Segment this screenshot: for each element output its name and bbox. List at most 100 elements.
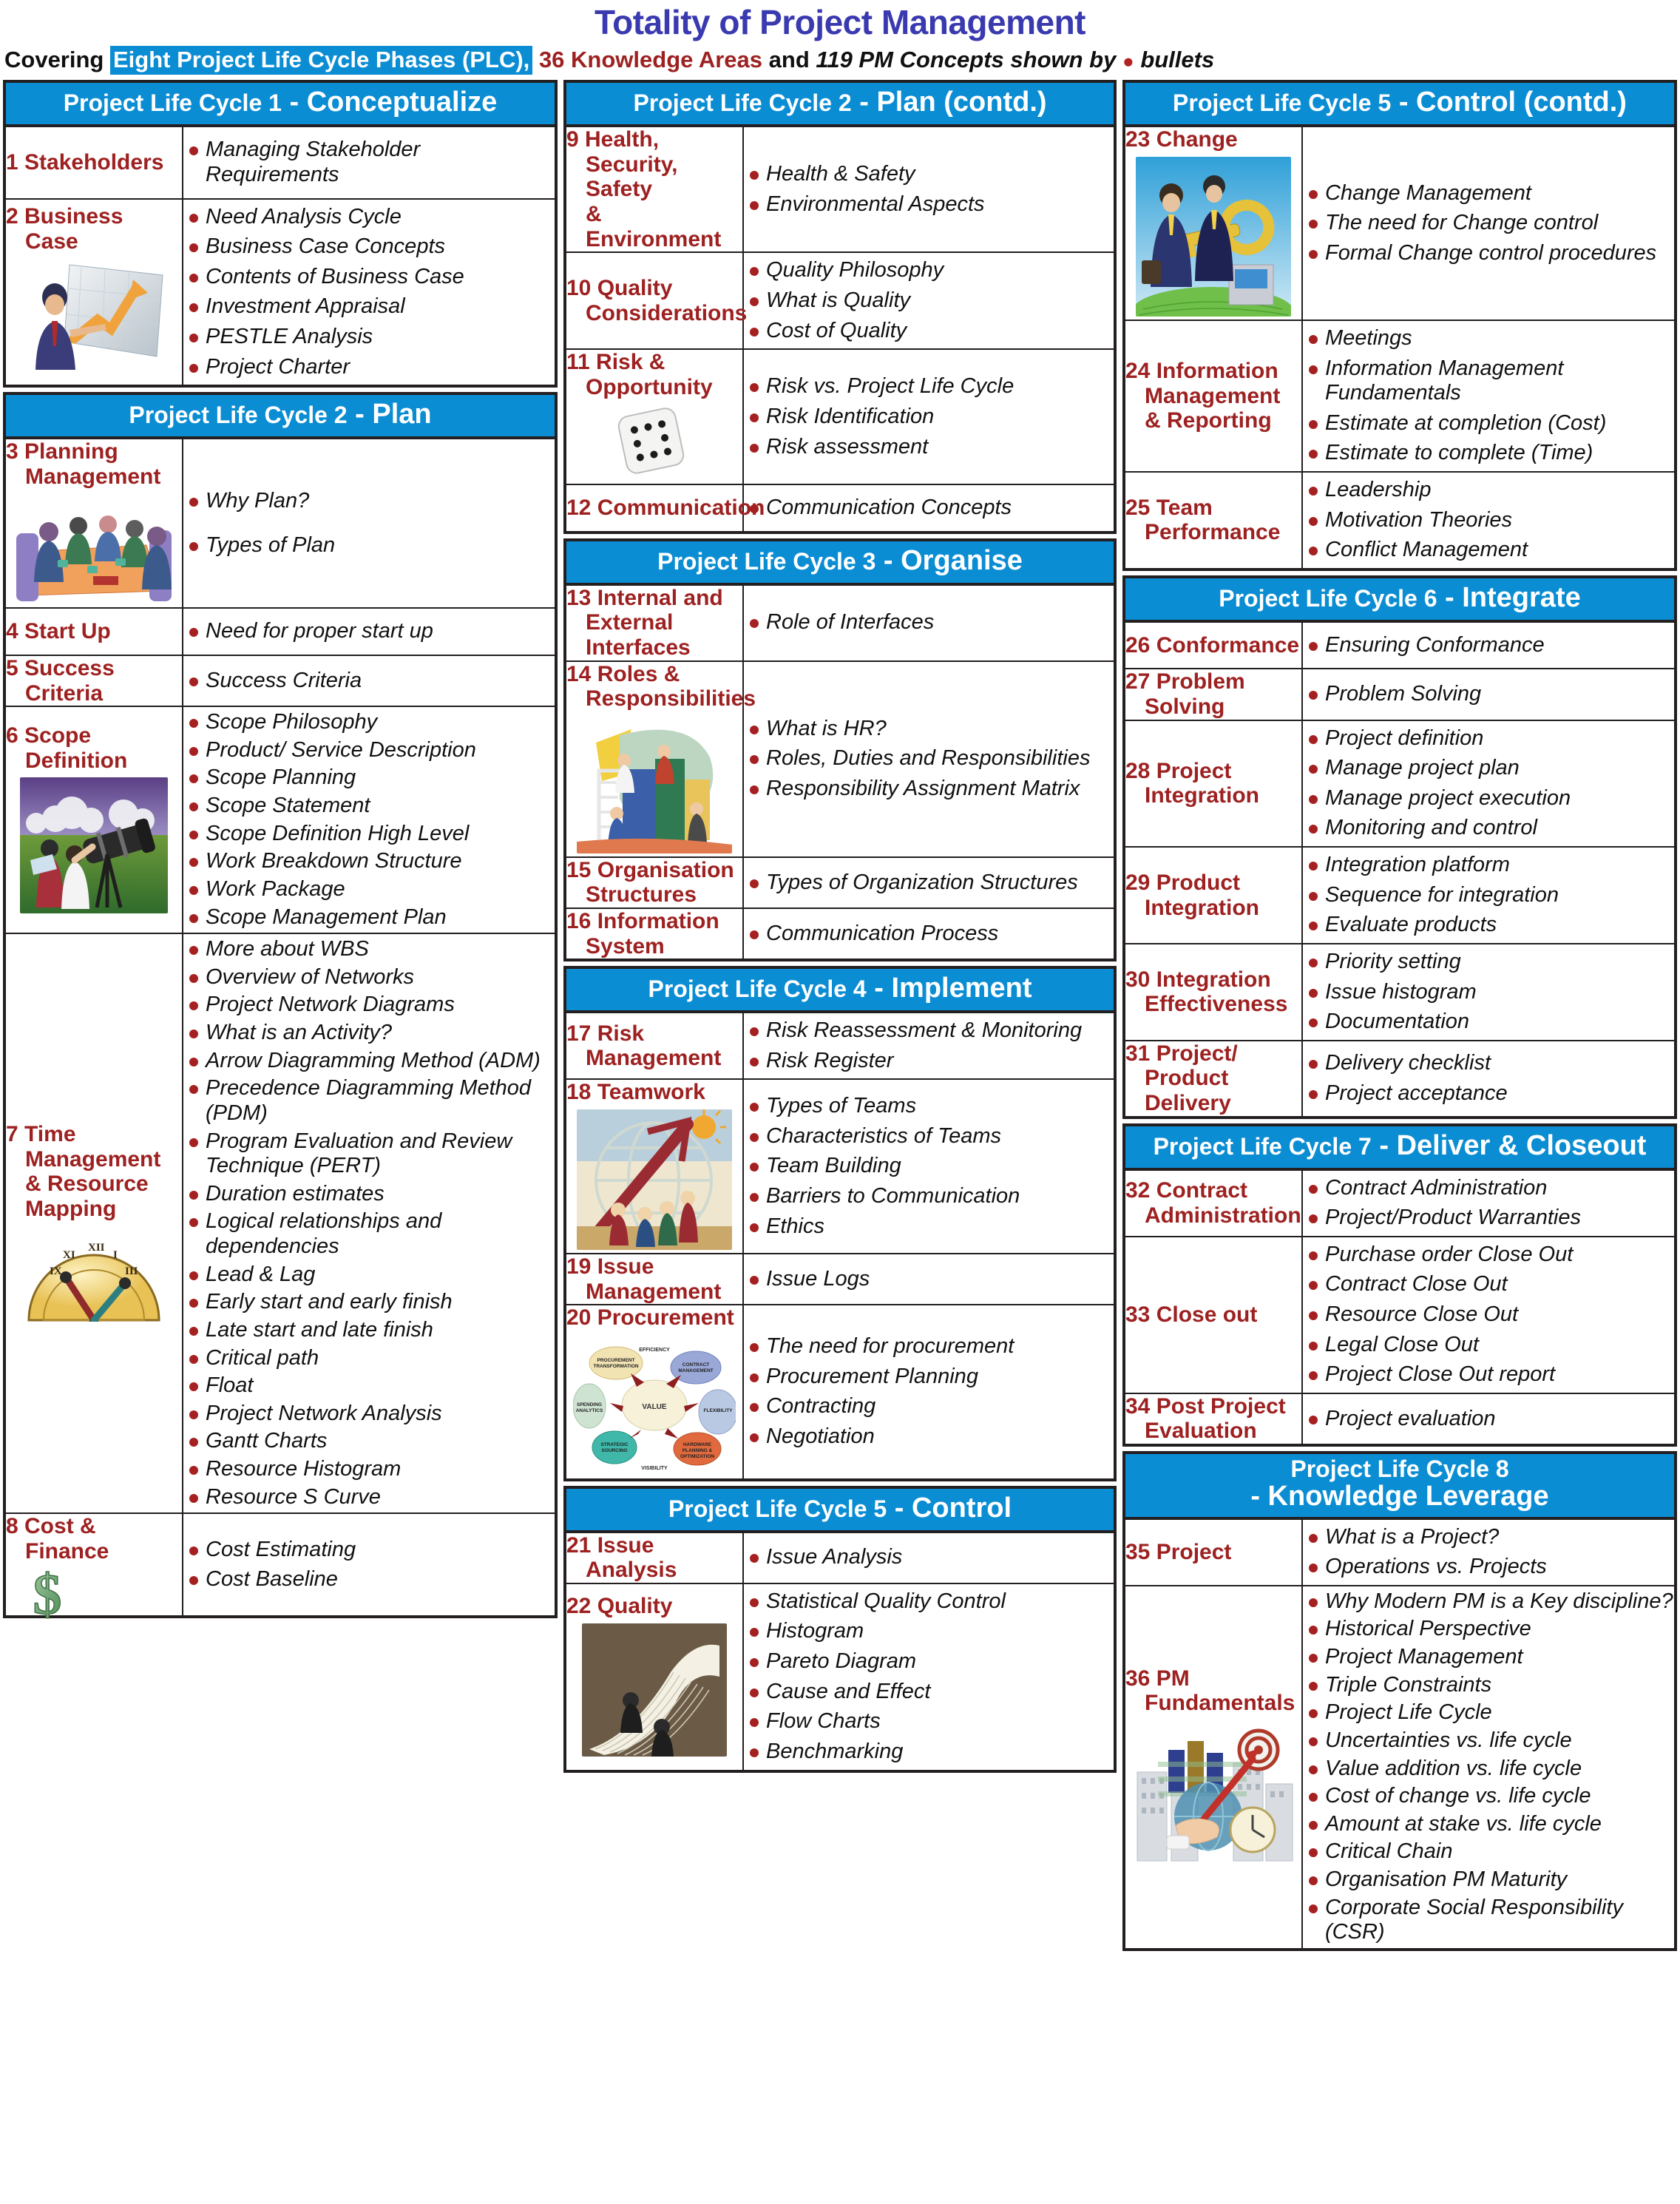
phase-header: Project Life Cycle 5 - Control (contd.) <box>1125 83 1674 128</box>
concept-list: Issue Logs <box>744 1267 1114 1292</box>
concept-item: Risk Register <box>744 1049 1114 1074</box>
svg-text:SOURCING: SOURCING <box>601 1448 627 1453</box>
concept-item: Histogram <box>744 1619 1114 1644</box>
concept-item: Types of Organization Structures <box>744 871 1114 896</box>
concept-item: Overview of Networks <box>183 965 555 990</box>
phase-name: - Plan <box>347 399 432 430</box>
concept-item: Motivation Theories <box>1303 508 1674 533</box>
svg-text:TRANSFORMATION: TRANSFORMATION <box>593 1364 639 1369</box>
concept-item: Risk Identification <box>744 405 1114 430</box>
knowledge-area-row: 33 Close out Purchase order Close Out Cont… <box>1125 1235 1674 1394</box>
knowledge-area-row: 8 Cost & Finance $ Cost Estimating Cost Bas… <box>6 1512 555 1623</box>
knowledge-area-title: 2 Business Case <box>6 197 183 385</box>
concept-list: Leadership Motivation Theories Conflict Ma… <box>1303 478 1674 563</box>
knowledge-area-name-line: Analysis <box>586 1558 677 1583</box>
concept-list: Contract Administration Project/Product W… <box>1303 1176 1674 1231</box>
concept-list-cell: Integration platform Sequence for integra… <box>1301 846 1674 944</box>
concept-item: Contract Administration <box>1303 1176 1674 1201</box>
phase-header: Project Life Cycle 3 - Organise <box>566 541 1114 586</box>
concept-list-cell: Priority setting Issue histogram Documenta… <box>1301 942 1674 1041</box>
concept-list-cell: Purchase order Close Out Contract Close O… <box>1301 1235 1674 1394</box>
knowledge-area-name-line: Fundamentals <box>1145 1691 1295 1716</box>
svg-text:I: I <box>113 1249 118 1261</box>
concept-item: Types of Teams <box>744 1094 1114 1119</box>
knowledge-area-row: 23 Change Change Management The need for… <box>1125 127 1674 321</box>
knowledge-area-number-and-name: 16 Information <box>566 908 719 933</box>
telescope-field-image <box>20 777 168 914</box>
concept-item: Logical relationships and dependencies <box>183 1209 555 1259</box>
knowledge-area-row: 4 Start Up Need for proper start up <box>6 607 555 656</box>
target-bars-hand-image <box>1128 1720 1298 1865</box>
knowledge-area-title: 16 Information System <box>566 907 744 959</box>
concept-list: Project definition Manage project plan Man… <box>1303 726 1674 842</box>
knowledge-area-table: 17 Risk Management Risk Reassessment & Mon… <box>566 1013 1114 1478</box>
concept-item: Risk assessment <box>744 435 1114 460</box>
knowledge-area-row: 30 Integration Effectiveness Priority sett… <box>1125 942 1674 1041</box>
knowledge-area-number-and-name: 18 Teamwork <box>566 1080 705 1105</box>
knowledge-area-number-and-name: 17 Risk <box>566 1021 645 1046</box>
phase-prefix: Project Life Cycle 5 <box>668 1495 887 1522</box>
concept-item: Team Building <box>744 1154 1114 1179</box>
knowledge-area-name-line: Structures <box>586 882 697 907</box>
subtitle-covering: Covering <box>4 47 104 73</box>
concept-list: Why Modern PM is a Key discipline? Histor… <box>1303 1589 1674 1945</box>
knowledge-area-table: 32 Contract Administration Contract Admini… <box>1125 1170 1674 1444</box>
knowledge-area-table: 3 Planning Management Why Plan? Types of P… <box>6 439 555 1623</box>
concept-item: Documentation <box>1303 1010 1674 1035</box>
knowledge-area-title: 8 Cost & Finance $ <box>6 1512 183 1623</box>
concept-item: Benchmarking <box>744 1740 1114 1765</box>
phase-header: Project Life Cycle 2 - Plan (contd.) <box>566 83 1114 128</box>
knowledge-area-name-line: Interfaces <box>586 635 691 660</box>
concept-item: Resource Histogram <box>183 1457 555 1482</box>
concept-list: What is a Project? Operations vs. Project… <box>1303 1525 1674 1580</box>
concept-list: Need for proper start up <box>183 619 555 644</box>
knowledge-area-name-line: Mapping <box>25 1196 117 1221</box>
knowledge-area-name-line: Management <box>1145 383 1281 408</box>
phase-name: - Control <box>887 1492 1012 1524</box>
concept-item: Information Management Fundamentals <box>1303 356 1674 406</box>
knowledge-area-title: 24 Information Management & Reporting <box>1125 319 1303 473</box>
knowledge-area-row: 7 Time Management & Resource Mapping XII IX I… <box>6 933 555 1515</box>
knowledge-area-number-and-name: 25 Team <box>1125 495 1213 520</box>
knowledge-area-row: 32 Contract Administration Contract Admini… <box>1125 1170 1674 1237</box>
concept-list: Problem Solving <box>1303 682 1674 707</box>
knowledge-area-title: 25 Team Performance <box>1125 471 1303 568</box>
concept-item: Legal Close Out <box>1303 1333 1674 1358</box>
concept-list: Integration platform Sequence for integra… <box>1303 853 1674 938</box>
concept-list-cell: Issue Logs <box>742 1252 1114 1306</box>
concept-item: Need for proper start up <box>183 619 555 644</box>
concept-item: Environmental Aspects <box>744 192 1114 217</box>
knowledge-area-table: 9 Health, Security, Safety & Environment He… <box>566 127 1114 531</box>
column-3: Project Life Cycle 5 - Control (contd.) 2… <box>1122 80 1677 1955</box>
phase-prefix: Project Life Cycle 5 <box>1173 89 1392 117</box>
phase-header: Project Life Cycle 8 - Knowledge Leverag… <box>1125 1454 1674 1520</box>
concept-item: What is Quality <box>744 288 1114 314</box>
knowledge-area-name-line: Management <box>25 464 161 489</box>
concept-item: Historical Perspective <box>1303 1617 1674 1642</box>
concept-item: Critical Chain <box>1303 1839 1674 1865</box>
concept-item: Leadership <box>1303 478 1674 503</box>
knowledge-area-name-line: Product <box>1145 1066 1229 1091</box>
knowledge-area-number-and-name: 36 PM <box>1125 1666 1190 1691</box>
knowledge-area-row: 24 Information Management & Reporting Meeti… <box>1125 319 1674 473</box>
knowledge-area-title: 21 Issue Analysis <box>566 1532 744 1584</box>
knowledge-area-name-line: Integration <box>1145 783 1259 808</box>
knowledge-area-title: 9 Health, Security, Safety & Environment <box>566 127 744 254</box>
svg-text:IX: IX <box>50 1265 62 1277</box>
concept-item: Manage project execution <box>1303 786 1674 811</box>
svg-text:XI: XI <box>63 1249 75 1261</box>
concept-item: Resource Close Out <box>1303 1302 1674 1328</box>
phase-prefix: Project Life Cycle 7 <box>1153 1132 1372 1160</box>
concept-list: Cost Estimating Cost Baseline <box>183 1538 555 1592</box>
concept-item: Why Plan? <box>183 489 555 514</box>
knowledge-area-number-and-name: 34 Post Project <box>1125 1393 1286 1419</box>
concept-list-cell: Change Management The need for Change con… <box>1301 127 1674 321</box>
concept-list-cell: Risk Reassessment & Monitoring Risk Regis… <box>742 1013 1114 1081</box>
concept-item: Scope Philosophy <box>183 710 555 735</box>
concept-item: Ensuring Conformance <box>1303 633 1674 658</box>
concept-item: Success Criteria <box>183 669 555 694</box>
concept-item: Project Network Analysis <box>183 1402 555 1427</box>
concept-item: Corporate Social Responsibility (CSR) <box>1303 1896 1674 1945</box>
knowledge-area-number-and-name: 24 Information <box>1125 359 1278 384</box>
knowledge-area-title: 13 Internal and External Interfaces <box>566 585 744 662</box>
